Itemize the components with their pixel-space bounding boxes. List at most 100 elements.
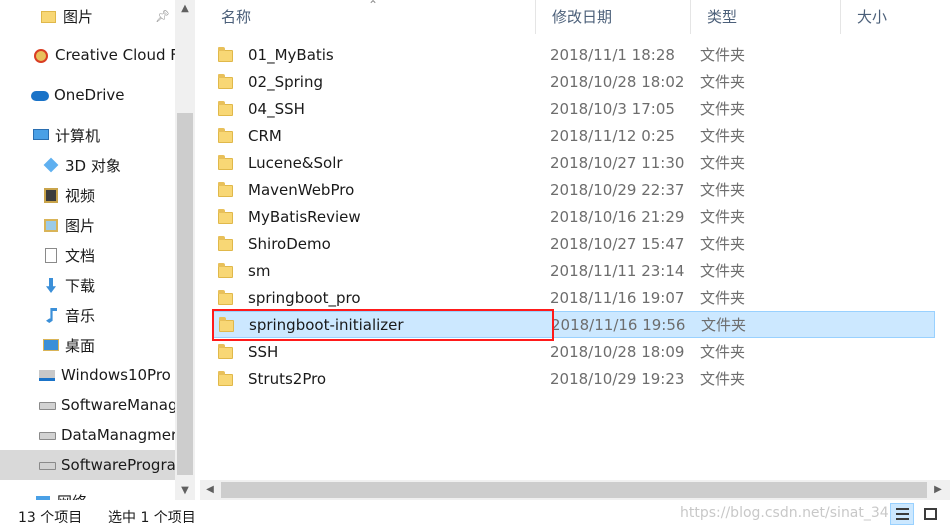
nav-item-desktop[interactable]: 桌面 [0,330,175,360]
drive-icon [38,456,56,474]
folder-icon [218,343,234,359]
nav-item-pictures-quick[interactable]: 图片 📌︎ [0,1,175,31]
nav-item-label: SoftwareManag [61,396,175,414]
folder-icon [218,154,234,170]
nav-item-label: 图片 [65,216,96,235]
nav-item-creative-cloud[interactable]: Creative Cloud F [0,40,175,70]
file-type: 文件夹 [700,235,746,253]
file-row[interactable]: Struts2Pro 2018/10/29 19:23 文件夹 [213,365,935,392]
nav-item-label: 下载 [65,276,96,295]
nav-item-label: 网络 [57,491,87,501]
nav-item-3d-objects[interactable]: 3D 对象 [0,150,175,180]
file-date: 2018/10/29 22:37 [550,180,685,199]
nav-item-computer[interactable]: 计算机 [0,120,175,150]
nav-scrollbar[interactable]: ▲ ▼ [175,0,195,500]
nav-item-documents[interactable]: 文档 [0,240,175,270]
file-name: CRM [248,126,282,145]
folder-icon [218,370,234,386]
documents-icon [42,246,60,264]
file-row[interactable]: springboot_pro 2018/11/16 19:07 文件夹 [213,284,935,311]
file-type: 文件夹 [701,316,747,334]
column-header-name[interactable]: 名称 ⌃ [205,0,535,34]
file-row[interactable]: MyBatisReview 2018/10/16 21:29 文件夹 [213,203,935,230]
file-type: 文件夹 [700,181,746,199]
creative-cloud-icon [32,46,50,64]
folder-icon [218,289,234,305]
column-header-modified[interactable]: 修改日期 [535,0,690,34]
column-headers: 名称 ⌃ 修改日期 类型 大小 [205,0,950,34]
folder-icon [218,235,234,251]
file-type: 文件夹 [700,100,746,118]
nav-item-videos[interactable]: 视频 [0,180,175,210]
scroll-left-arrow-icon[interactable]: ◀ [200,480,220,500]
nav-item-onedrive[interactable]: OneDrive [0,80,175,110]
network-icon [34,492,52,500]
file-name: springboot-initializer [249,315,404,334]
watermark: https://blog.csdn.net/sinat_34 [680,505,889,521]
file-name: springboot_pro [248,288,361,307]
item-count: 13 个项目 [18,510,83,526]
sort-ascending-icon: ⌃ [368,0,379,12]
file-type: 文件夹 [700,343,746,361]
nav-item-downloads[interactable]: 下载 [0,270,175,300]
file-row[interactable]: Lucene&Solr 2018/10/27 11:30 文件夹 [213,149,935,176]
file-name: 04_SSH [248,99,305,118]
file-row[interactable]: sm 2018/11/11 23:14 文件夹 [213,257,935,284]
nav-item-label: 图片 [63,7,94,26]
file-row[interactable]: 04_SSH 2018/10/3 17:05 文件夹 [213,95,935,122]
nav-item-network[interactable]: 网络 [0,486,175,500]
nav-item-label: 视频 [65,186,96,205]
file-row[interactable]: 01_MyBatis 2018/11/1 18:28 文件夹 [213,41,935,68]
nav-item-music[interactable]: 音乐 [0,300,175,330]
large-icons-view-button[interactable] [918,503,942,525]
navigation-pane: 图片 📌︎ Creative Cloud F OneDrive 计算机 3D 对… [0,0,195,500]
file-date: 2018/11/12 0:25 [550,126,675,145]
file-date: 2018/10/28 18:09 [550,342,685,361]
folder-icon [218,46,234,62]
folder-icon [218,127,234,143]
desktop-icon [42,336,60,354]
nav-item-label: DataManagmer [61,426,175,444]
scroll-down-arrow-icon[interactable]: ▼ [175,482,195,500]
music-icon [42,306,60,324]
file-date: 2018/10/27 15:47 [550,234,685,253]
nav-item-windows10pro[interactable]: Windows10Pro [0,360,175,390]
file-row[interactable]: SSH 2018/10/28 18:09 文件夹 [213,338,935,365]
nav-item-label: Windows10Pro [61,366,171,384]
nav-item-softwareprogra[interactable]: SoftwareProgra [0,450,175,480]
file-name: MyBatisReview [248,207,361,226]
pin-icon[interactable]: 📌︎ [155,9,170,23]
file-type: 文件夹 [700,46,746,64]
column-header-type[interactable]: 类型 [690,0,840,34]
file-row[interactable]: 02_Spring 2018/10/28 18:02 文件夹 [213,68,935,95]
nav-item-label: 桌面 [65,336,96,355]
file-type: 文件夹 [700,262,746,280]
drive-icon [38,396,56,414]
folder-icon [218,262,234,278]
3d-objects-icon [42,156,60,174]
horizontal-scroll-thumb[interactable] [221,482,927,498]
column-header-name-label: 名称 [221,8,252,26]
nav-item-pictures[interactable]: 图片 [0,210,175,240]
file-type: 文件夹 [700,370,746,388]
file-row-selected[interactable]: springboot-initializer 2018/11/16 19:56 … [213,311,935,338]
file-date: 2018/10/28 18:02 [550,72,685,91]
file-name: MavenWebPro [248,180,355,199]
folder-icon [218,181,234,197]
file-type: 文件夹 [700,289,746,307]
details-view-button[interactable] [890,503,914,525]
file-row[interactable]: MavenWebPro 2018/10/29 22:37 文件夹 [213,176,935,203]
nav-item-datamanagmer[interactable]: DataManagmer [0,420,175,450]
status-bar: 13 个项目 选中 1 个项目 https://blog.csdn.net/si… [0,500,950,530]
scroll-up-arrow-icon[interactable]: ▲ [175,0,195,18]
downloads-icon [42,276,60,294]
scroll-right-arrow-icon[interactable]: ▶ [928,480,948,500]
file-type: 文件夹 [700,73,746,91]
column-header-size[interactable]: 大小 [840,0,950,34]
nav-item-softwaremanag[interactable]: SoftwareManag [0,390,175,420]
nav-scroll-thumb[interactable] [177,113,193,475]
file-row[interactable]: ShiroDemo 2018/10/27 15:47 文件夹 [213,230,935,257]
file-row[interactable]: CRM 2018/11/12 0:25 文件夹 [213,122,935,149]
horizontal-scrollbar[interactable]: ◀ ▶ [200,480,950,500]
file-name: Lucene&Solr [248,153,343,172]
